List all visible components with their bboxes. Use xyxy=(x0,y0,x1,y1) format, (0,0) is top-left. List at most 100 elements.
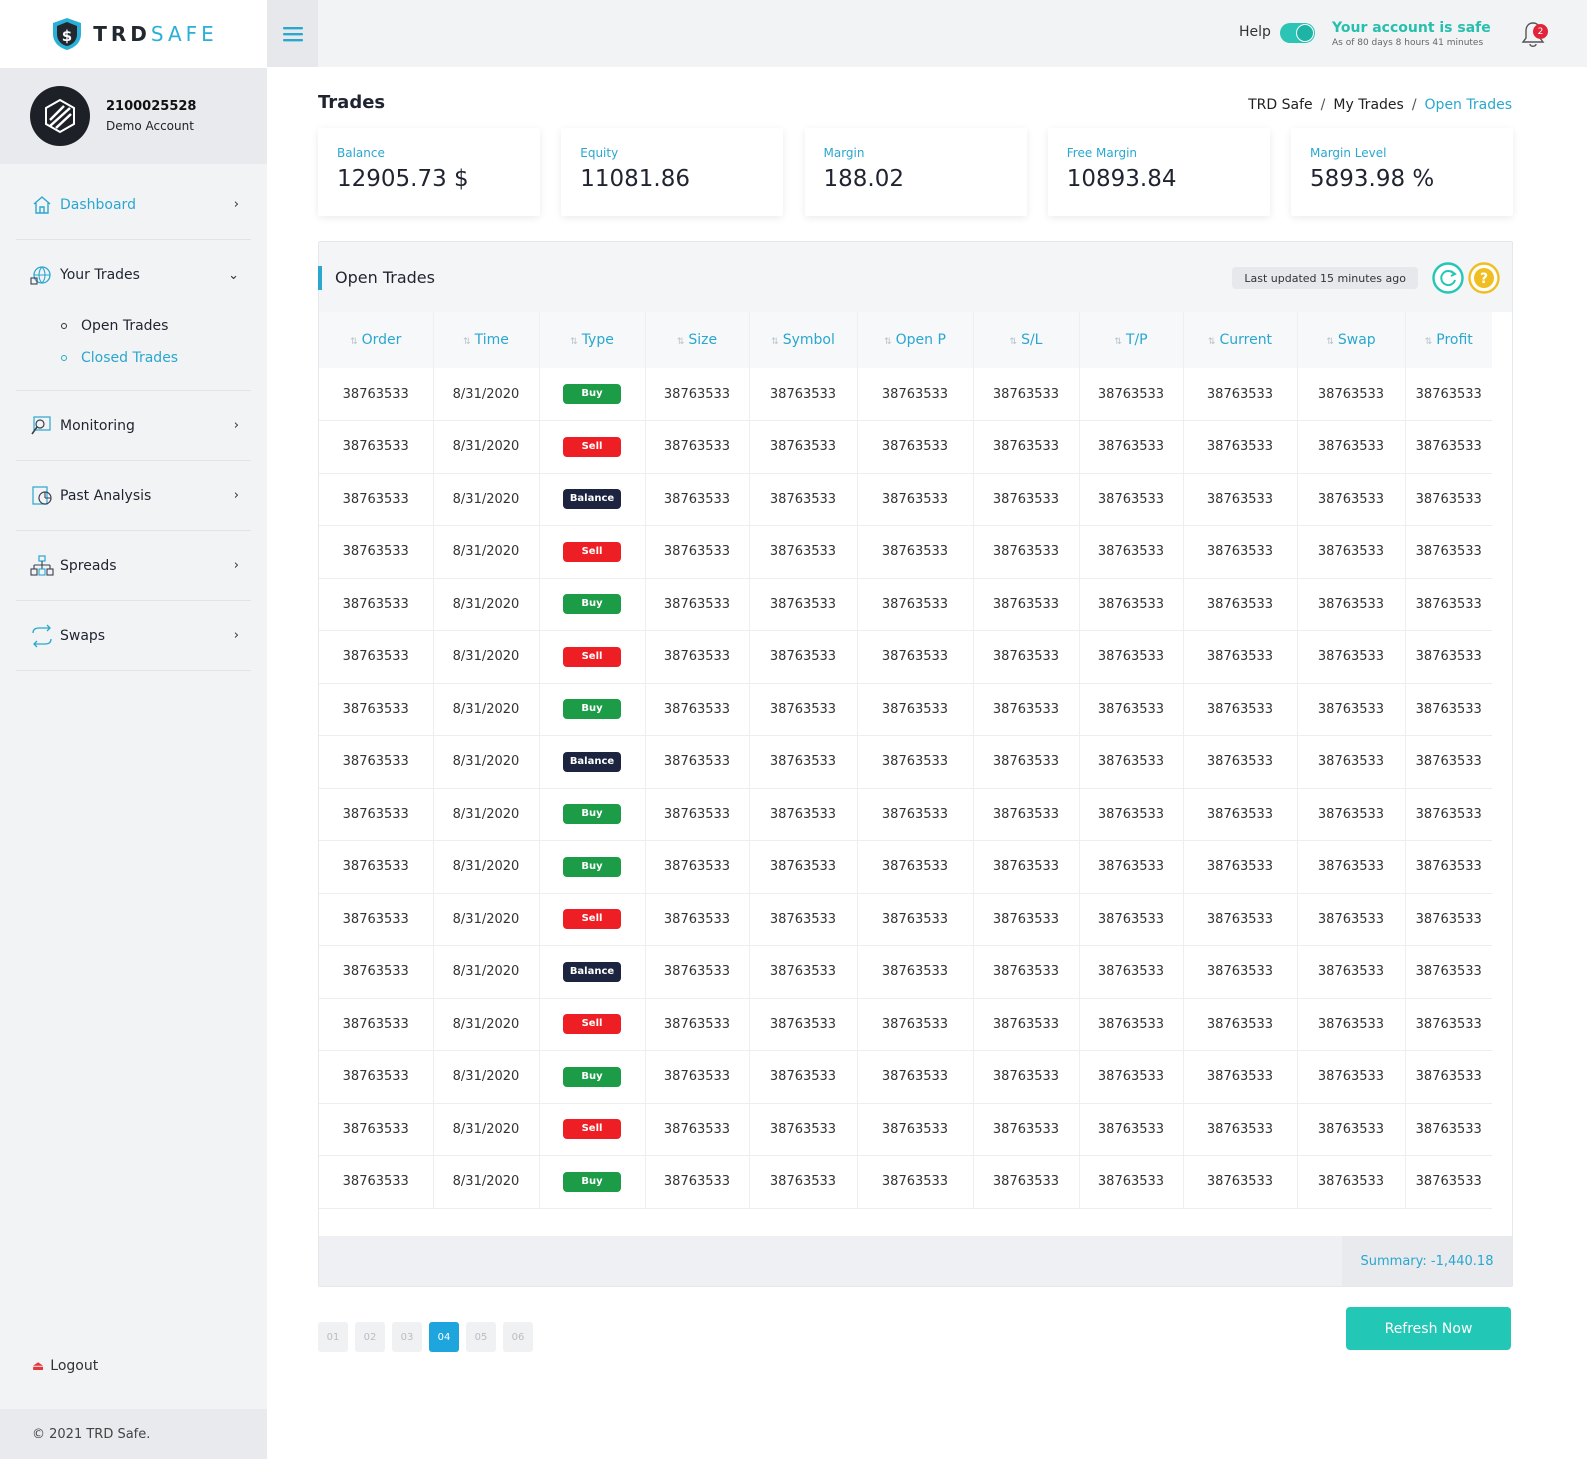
table-row[interactable]: 38763533 8/31/2020 Sell 38763533 38763533 387… xyxy=(319,998,1492,1051)
table-row[interactable]: 38763533 8/31/2020 Balance 38763533 38763533… xyxy=(319,945,1492,999)
table-cell: 38763533 xyxy=(857,735,974,789)
page-button-03[interactable]: 03 xyxy=(392,1322,422,1352)
sidebar-item-monitoring[interactable]: Monitoring › xyxy=(16,391,251,461)
breadcrumb-item[interactable]: TRD Safe xyxy=(1248,97,1313,113)
avatar[interactable] xyxy=(30,86,90,146)
table-cell: 38763533 xyxy=(1079,578,1184,631)
table-cell: 38763533 xyxy=(319,1103,434,1156)
table-cell: 38763533 xyxy=(749,998,858,1051)
menu-toggle-button[interactable] xyxy=(267,0,318,67)
logout-button[interactable]: ⏏ Logout xyxy=(32,1358,98,1374)
refresh-now-button[interactable]: Refresh Now xyxy=(1346,1307,1511,1350)
logo[interactable]: $ TRDSAFE xyxy=(0,0,267,68)
refresh-icon[interactable] xyxy=(1432,262,1464,294)
table-row[interactable]: 38763533 8/31/2020 Buy 38763533 38763533 3876… xyxy=(319,683,1492,736)
table-cell: 38763533 xyxy=(1405,683,1492,736)
sidebar-item-spreads[interactable]: Spreads › xyxy=(16,531,251,601)
column-header-label: Current xyxy=(1219,332,1273,348)
type-badge-buy: Buy xyxy=(563,1066,621,1087)
column-header-open-p[interactable]: ⇅ Open P xyxy=(857,312,974,368)
breadcrumb-item[interactable]: My Trades xyxy=(1333,97,1403,113)
copyright: © 2021 TRD Safe. xyxy=(0,1409,267,1459)
table-row[interactable]: 38763533 8/31/2020 Buy 38763533 38763533 3876… xyxy=(319,840,1492,894)
stat-card-margin-level: Margin Level 5893.98 % xyxy=(1291,128,1513,216)
sidebar-item-your-trades[interactable]: Your Trades ⌄ xyxy=(16,240,251,310)
breadcrumb-separator: / xyxy=(1320,97,1326,113)
table-row[interactable]: 38763533 8/31/2020 Sell 38763533 38763533 387… xyxy=(319,420,1492,474)
table-row[interactable]: 38763533 8/31/2020 Buy 38763533 38763533 3876… xyxy=(319,1155,1492,1209)
page-button-01[interactable]: 01 xyxy=(318,1322,348,1352)
page-button-02[interactable]: 02 xyxy=(355,1322,385,1352)
table-row[interactable]: 38763533 8/31/2020 Buy 38763533 38763533 3876… xyxy=(319,788,1492,841)
table-cell: 38763533 xyxy=(1405,945,1492,999)
table-cell: Buy xyxy=(539,1155,646,1209)
table-cell: 38763533 xyxy=(645,683,750,736)
table-cell: 38763533 xyxy=(319,945,434,999)
table-cell: 38763533 xyxy=(319,525,434,579)
table-cell: 38763533 xyxy=(749,735,858,789)
column-header-label: Open P xyxy=(895,332,946,348)
column-header-t-p[interactable]: ⇅ T/P xyxy=(1079,312,1184,368)
table-cell: 38763533 xyxy=(645,420,750,474)
sidebar-subitem-closed-trades[interactable]: Closed Trades xyxy=(16,342,251,374)
trades-table: ⇅ Order ⇅ Time ⇅ Type ⇅ Size ⇅ Symbol ⇅ Open P ⇅ S/L ⇅… xyxy=(319,312,1492,1209)
table-cell: 38763533 xyxy=(1297,1050,1406,1104)
help-icon[interactable]: ? xyxy=(1468,262,1500,294)
table-cell: 38763533 xyxy=(1297,473,1406,526)
table-cell: 38763533 xyxy=(1079,1103,1184,1156)
table-cell: 38763533 xyxy=(1405,893,1492,946)
column-header-s-l[interactable]: ⇅ S/L xyxy=(973,312,1080,368)
table-cell: 38763533 xyxy=(973,420,1080,474)
table-cell: 38763533 xyxy=(1297,998,1406,1051)
sidebar-subitem-open-trades[interactable]: Open Trades xyxy=(16,310,251,342)
sidebar-item-swaps[interactable]: Swaps › xyxy=(16,601,251,671)
table-row[interactable]: 38763533 8/31/2020 Sell 38763533 38763533 387… xyxy=(319,630,1492,684)
sort-icon: ⇅ xyxy=(1424,337,1433,347)
sidebar-item-dashboard[interactable]: Dashboard › xyxy=(16,170,251,240)
table-cell: 38763533 xyxy=(1079,840,1184,894)
type-badge-sell: Sell xyxy=(563,1014,621,1035)
column-header-current[interactable]: ⇅ Current xyxy=(1183,312,1298,368)
page-button-04[interactable]: 04 xyxy=(429,1322,459,1352)
column-header-swap[interactable]: ⇅ Swap xyxy=(1297,312,1406,368)
column-header-time[interactable]: ⇅ Time xyxy=(433,312,540,368)
column-header-size[interactable]: ⇅ Size xyxy=(645,312,750,368)
column-header-profit[interactable]: ⇅ Profit xyxy=(1405,312,1492,368)
table-cell: Sell xyxy=(539,998,646,1051)
table-cell: 38763533 xyxy=(1079,998,1184,1051)
table-cell: 38763533 xyxy=(1183,945,1298,999)
breadcrumb: TRD Safe / My Trades / Open Trades xyxy=(1248,97,1512,113)
help-toggle[interactable] xyxy=(1280,23,1315,43)
table-cell: 38763533 xyxy=(319,998,434,1051)
breadcrumb-current: Open Trades xyxy=(1424,97,1512,113)
page-button-06[interactable]: 06 xyxy=(503,1322,533,1352)
page-button-05[interactable]: 05 xyxy=(466,1322,496,1352)
table-row[interactable]: 38763533 8/31/2020 Buy 38763533 38763533 3876… xyxy=(319,1050,1492,1104)
table-cell: 38763533 xyxy=(1183,1155,1298,1209)
column-header-type[interactable]: ⇅ Type xyxy=(539,312,646,368)
table-cell: 38763533 xyxy=(1297,735,1406,789)
table-row[interactable]: 38763533 8/31/2020 Balance 38763533 38763533… xyxy=(319,735,1492,789)
table-row[interactable]: 38763533 8/31/2020 Buy 38763533 38763533 3876… xyxy=(319,368,1492,421)
table-cell: 38763533 xyxy=(645,525,750,579)
table-row[interactable]: 38763533 8/31/2020 Sell 38763533 38763533 387… xyxy=(319,525,1492,579)
table-cell: 38763533 xyxy=(749,945,858,999)
table-cell: 38763533 xyxy=(857,1103,974,1156)
table-row[interactable]: 38763533 8/31/2020 Buy 38763533 38763533 3876… xyxy=(319,578,1492,631)
table-row[interactable]: 38763533 8/31/2020 Balance 38763533 38763533… xyxy=(319,473,1492,526)
column-header-symbol[interactable]: ⇅ Symbol xyxy=(749,312,858,368)
table-row[interactable]: 38763533 8/31/2020 Sell 38763533 38763533 387… xyxy=(319,1103,1492,1156)
table-cell: 38763533 xyxy=(645,1050,750,1104)
sort-icon: ⇅ xyxy=(884,337,892,347)
svg-text:?: ? xyxy=(1480,271,1488,287)
chevron-right-icon: › xyxy=(233,558,239,573)
table-cell: 38763533 xyxy=(857,420,974,474)
logo-text: TRDSAFE xyxy=(93,22,218,46)
table-row[interactable]: 38763533 8/31/2020 Sell 38763533 38763533 387… xyxy=(319,893,1492,946)
type-badge-balance: Balance xyxy=(563,489,621,510)
column-header-label: T/P xyxy=(1125,332,1148,348)
column-header-order[interactable]: ⇅ Order xyxy=(319,312,434,368)
sidebar-item-past-analysis[interactable]: Past Analysis › xyxy=(16,461,251,531)
table-cell: 38763533 xyxy=(1079,368,1184,421)
table-cell: 38763533 xyxy=(319,1050,434,1104)
